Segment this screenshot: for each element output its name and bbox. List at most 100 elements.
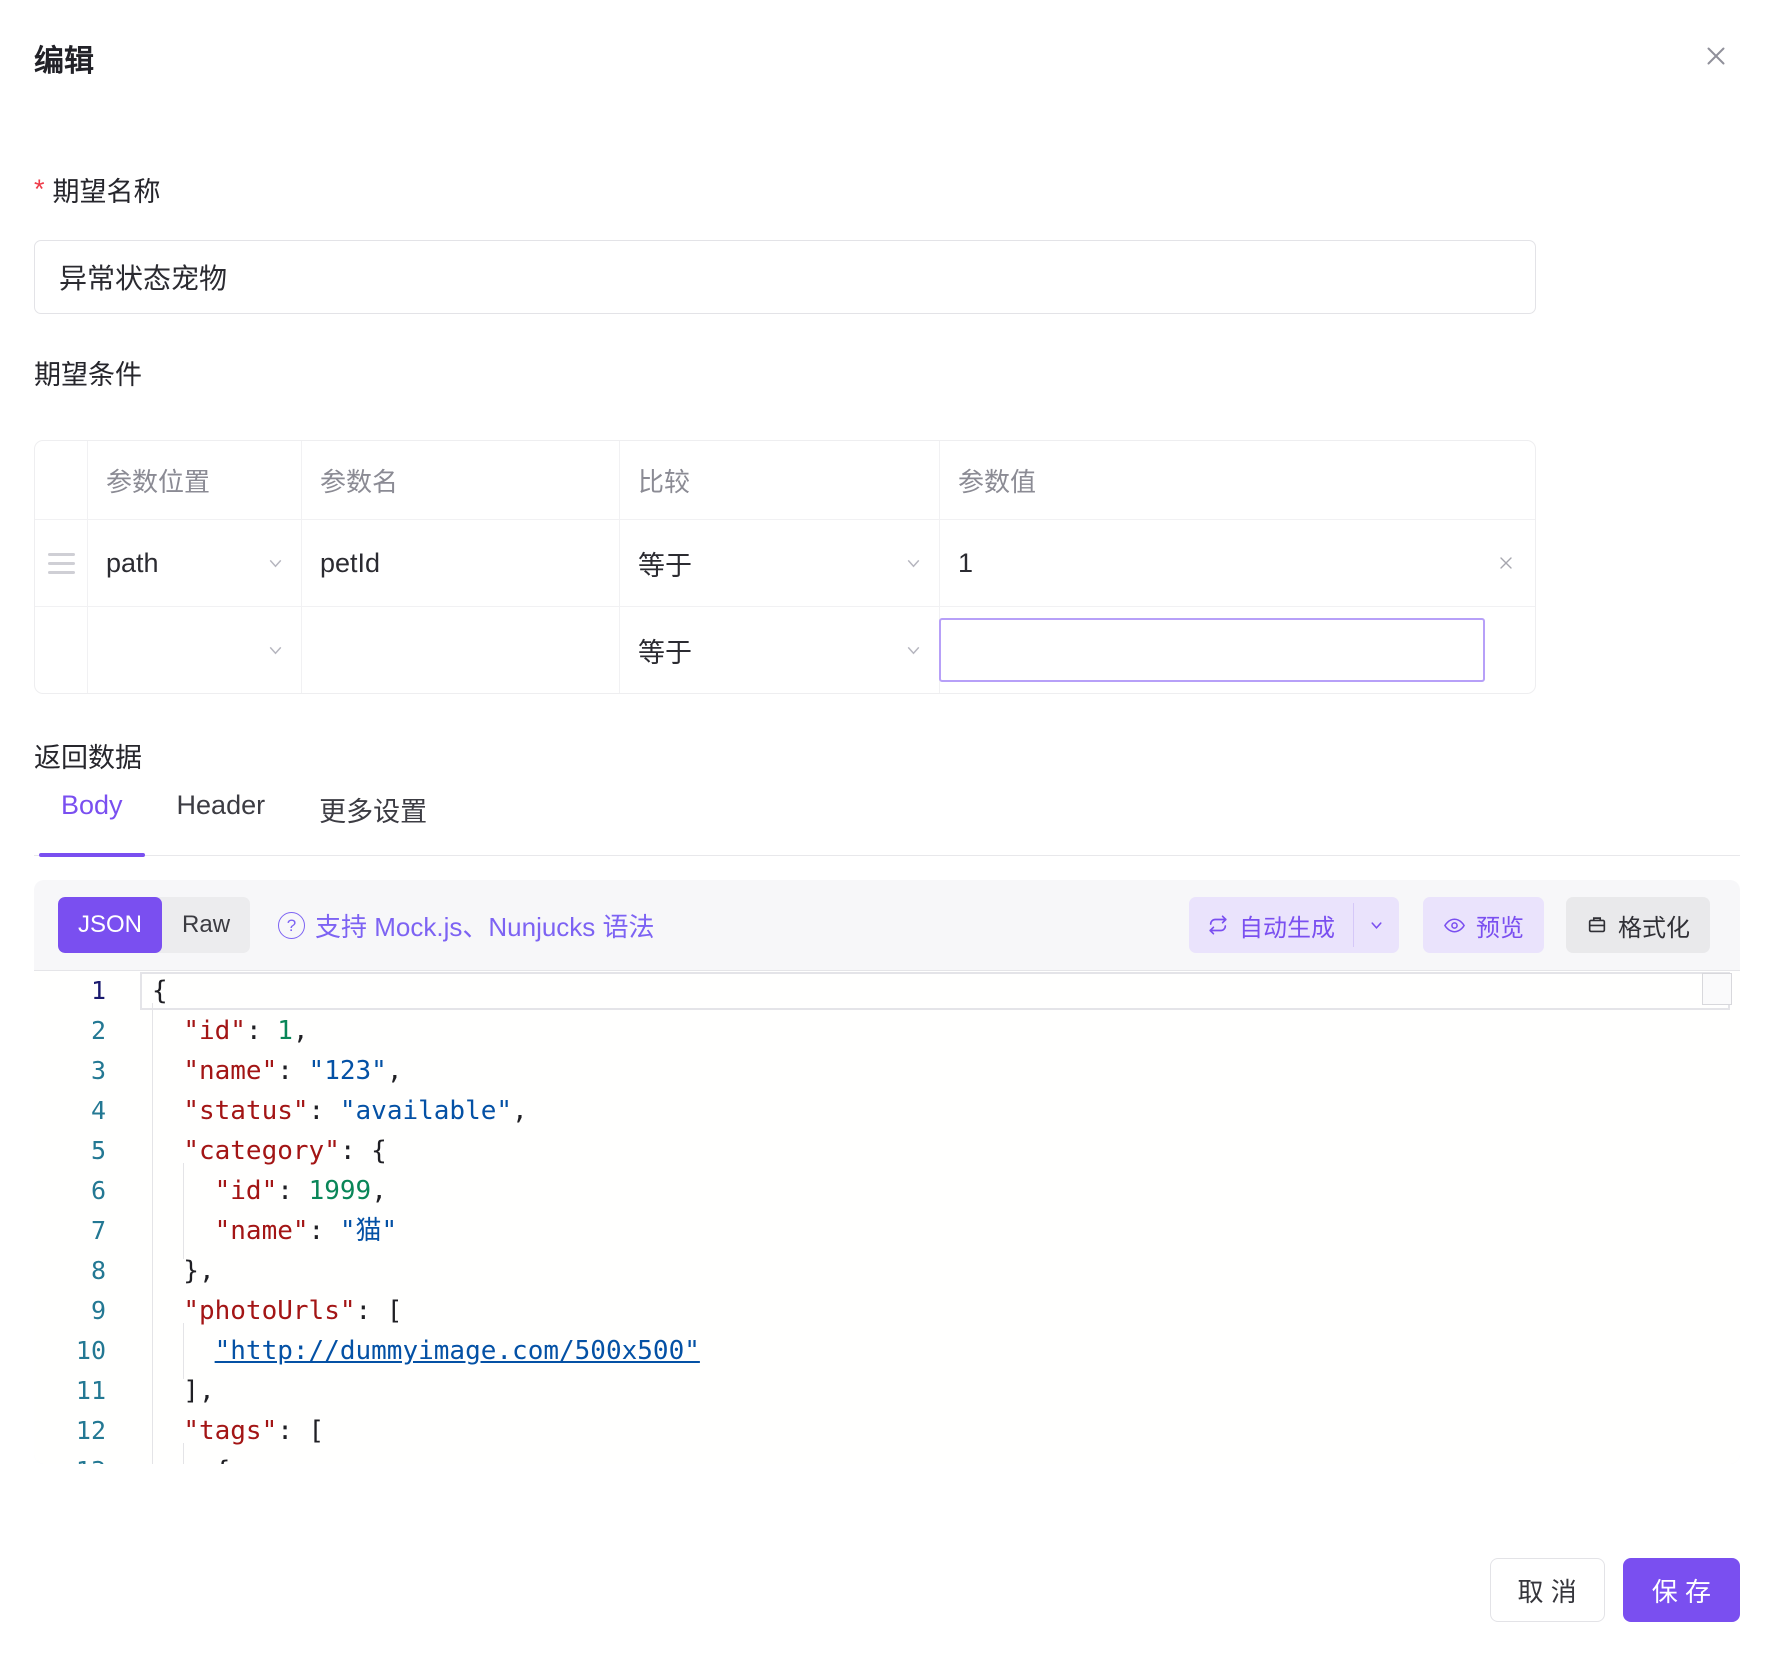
value-input-text: 1: [958, 548, 973, 579]
conditions-label: 期望条件: [34, 353, 142, 392]
value-input[interactable]: 1: [939, 520, 1535, 606]
conditions-table: 参数位置 参数名 比较 参数值 path petId 等于 1: [34, 440, 1536, 694]
param-name-input-empty[interactable]: [301, 607, 619, 693]
column-header-comparator: 比较: [619, 441, 939, 519]
code-line[interactable]: 13 {: [34, 1451, 1740, 1464]
code-line-content[interactable]: {: [140, 1451, 1740, 1464]
code-line[interactable]: 3 "name": "123",: [34, 1051, 1740, 1091]
code-line[interactable]: 4 "status": "available",: [34, 1091, 1740, 1131]
mode-json-button[interactable]: JSON: [58, 897, 162, 953]
mode-toggle: JSON Raw: [58, 897, 250, 953]
format-icon: [1586, 914, 1608, 936]
line-number: 4: [34, 1091, 140, 1131]
edit-expectation-dialog: 编辑 * 期望名称 期望条件 参数位置 参数名 比较 参数值 path: [0, 0, 1774, 1660]
mode-raw-button[interactable]: Raw: [162, 897, 250, 953]
condition-row-1: path petId 等于 1: [35, 519, 1535, 606]
code-line[interactable]: 9 "photoUrls": [: [34, 1291, 1740, 1331]
code-line[interactable]: 2 "id": 1,: [34, 1011, 1740, 1051]
position-select-value: path: [106, 548, 159, 579]
conditions-header-row: 参数位置 参数名 比较 参数值: [35, 441, 1535, 519]
auto-generate-button[interactable]: 自动生成: [1189, 897, 1353, 953]
code-line[interactable]: 10 "http://dummyimage.com/500x500": [34, 1331, 1740, 1371]
indent-guide: [152, 1443, 153, 1464]
code-line-content[interactable]: "name": "猫": [140, 1211, 1740, 1251]
line-number: 8: [34, 1251, 140, 1291]
line-number: 13: [34, 1451, 140, 1464]
drag-cell: [35, 520, 87, 606]
repeat-icon: [1207, 914, 1229, 936]
code-line-content[interactable]: {: [140, 971, 1740, 1011]
close-button[interactable]: [1698, 38, 1734, 74]
required-mark: *: [34, 174, 45, 205]
code-line[interactable]: 6 "id": 1999,: [34, 1171, 1740, 1211]
auto-generate-split-button: 自动生成: [1189, 897, 1399, 953]
code-line[interactable]: 1{: [34, 971, 1740, 1011]
code-line-content[interactable]: "http://dummyimage.com/500x500": [140, 1331, 1740, 1371]
save-button[interactable]: 保 存: [1623, 1558, 1740, 1622]
code-line[interactable]: 12 "tags": [: [34, 1411, 1740, 1451]
eye-icon: [1443, 914, 1466, 937]
chevron-down-icon: [266, 641, 285, 660]
preview-button[interactable]: 预览: [1423, 897, 1544, 953]
code-line-content[interactable]: "status": "available",: [140, 1091, 1740, 1131]
line-number: 5: [34, 1131, 140, 1171]
line-number: 7: [34, 1211, 140, 1251]
auto-generate-label: 自动生成: [1239, 908, 1335, 943]
code-line[interactable]: 7 "name": "猫": [34, 1211, 1740, 1251]
code-editor[interactable]: 1{2 "id": 1,3 "name": "123",4 "status": …: [34, 970, 1740, 1464]
close-icon: [1701, 41, 1731, 71]
indent-guide: [183, 1443, 184, 1464]
clear-row-icon[interactable]: [1497, 554, 1515, 572]
code-line[interactable]: 8 },: [34, 1251, 1740, 1291]
comparator-select-value: 等于: [638, 631, 692, 670]
line-number: 2: [34, 1011, 140, 1051]
code-line[interactable]: 11 ],: [34, 1371, 1740, 1411]
format-button[interactable]: 格式化: [1566, 897, 1710, 953]
drag-column-header: [35, 441, 87, 519]
format-label: 格式化: [1618, 908, 1690, 943]
position-select[interactable]: path: [87, 520, 301, 606]
expectation-name-input[interactable]: [34, 240, 1536, 314]
param-name-value: petId: [320, 548, 380, 579]
response-label: 返回数据: [34, 736, 142, 775]
syntax-hint-text: 支持 Mock.js、Nunjucks 语法: [315, 907, 655, 944]
line-number: 10: [34, 1331, 140, 1371]
code-line-content[interactable]: "photoUrls": [: [140, 1291, 1740, 1331]
comparator-select[interactable]: 等于: [619, 520, 939, 606]
body-editor-panel: JSON Raw ? 支持 Mock.js、Nunjucks 语法 自动生成: [34, 880, 1740, 1464]
line-number: 1: [34, 971, 140, 1011]
code-line[interactable]: 5 "category": {: [34, 1131, 1740, 1171]
tab-header[interactable]: Header: [155, 788, 288, 855]
editor-scrollbar[interactable]: [1702, 973, 1732, 1005]
code-line-content[interactable]: },: [140, 1251, 1740, 1291]
value-input-focused[interactable]: [939, 618, 1485, 682]
code-line-content[interactable]: "name": "123",: [140, 1051, 1740, 1091]
code-line-content[interactable]: "category": {: [140, 1131, 1740, 1171]
code-lines: 1{2 "id": 1,3 "name": "123",4 "status": …: [34, 971, 1740, 1464]
param-name-input[interactable]: petId: [301, 520, 619, 606]
condition-row-2: 等于: [35, 606, 1535, 693]
cancel-button[interactable]: 取 消: [1490, 1558, 1605, 1622]
comparator-select-2[interactable]: 等于: [619, 607, 939, 693]
name-label-text: 期望名称: [53, 170, 161, 209]
editor-toolbar: JSON Raw ? 支持 Mock.js、Nunjucks 语法 自动生成: [58, 896, 1710, 954]
chevron-down-icon: [1368, 917, 1385, 934]
name-field-label: * 期望名称: [34, 170, 161, 209]
dialog-footer: 取 消 保 存: [34, 1558, 1740, 1622]
drag-handle-icon[interactable]: [48, 553, 75, 574]
auto-generate-caret-button[interactable]: [1354, 897, 1399, 953]
line-number: 9: [34, 1291, 140, 1331]
preview-label: 预览: [1476, 908, 1524, 943]
code-line-content[interactable]: "id": 1,: [140, 1011, 1740, 1051]
value-cell-2: [939, 607, 1535, 693]
code-line-content[interactable]: "tags": [: [140, 1411, 1740, 1451]
column-header-value: 参数值: [939, 441, 1535, 519]
code-line-content[interactable]: "id": 1999,: [140, 1171, 1740, 1211]
drag-cell-empty: [35, 607, 87, 693]
position-select-empty[interactable]: [87, 607, 301, 693]
code-line-content[interactable]: ],: [140, 1371, 1740, 1411]
help-icon: ?: [278, 912, 305, 939]
tab-more-settings[interactable]: 更多设置: [297, 788, 449, 855]
tab-body[interactable]: Body: [39, 788, 145, 855]
syntax-hint-link[interactable]: ? 支持 Mock.js、Nunjucks 语法: [278, 907, 655, 944]
